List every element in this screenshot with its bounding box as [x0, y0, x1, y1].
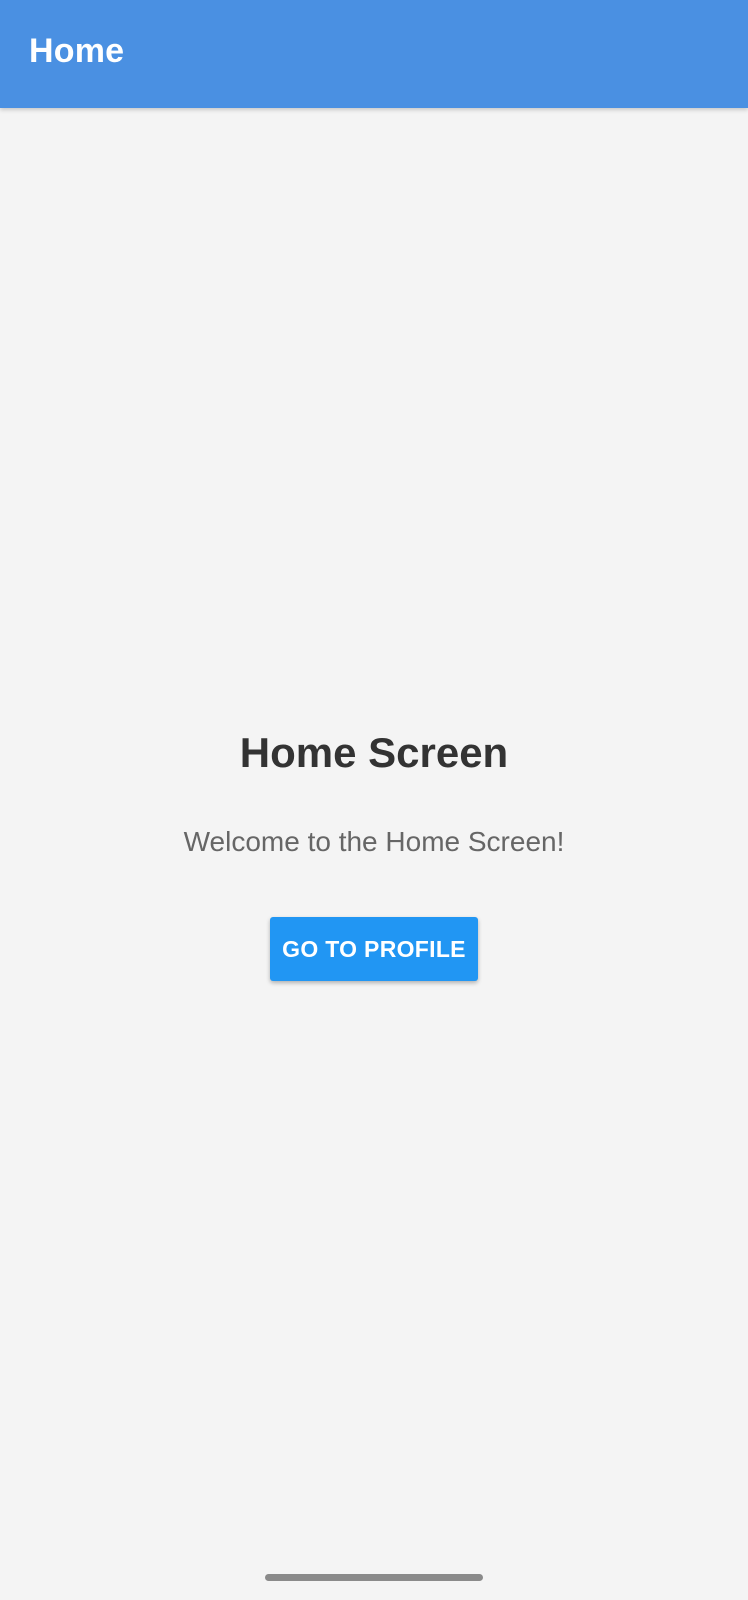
- app-bar-title: Home: [29, 31, 125, 70]
- home-indicator-bar[interactable]: [265, 1574, 483, 1581]
- app-bar: Home: [0, 0, 748, 108]
- screen-title: Home Screen: [239, 729, 509, 776]
- go-to-profile-button[interactable]: GO TO PROFILE: [270, 917, 478, 981]
- main-content: Home Screen Welcome to the Home Screen! …: [0, 108, 748, 1600]
- welcome-message: Welcome to the Home Screen!: [183, 826, 565, 857]
